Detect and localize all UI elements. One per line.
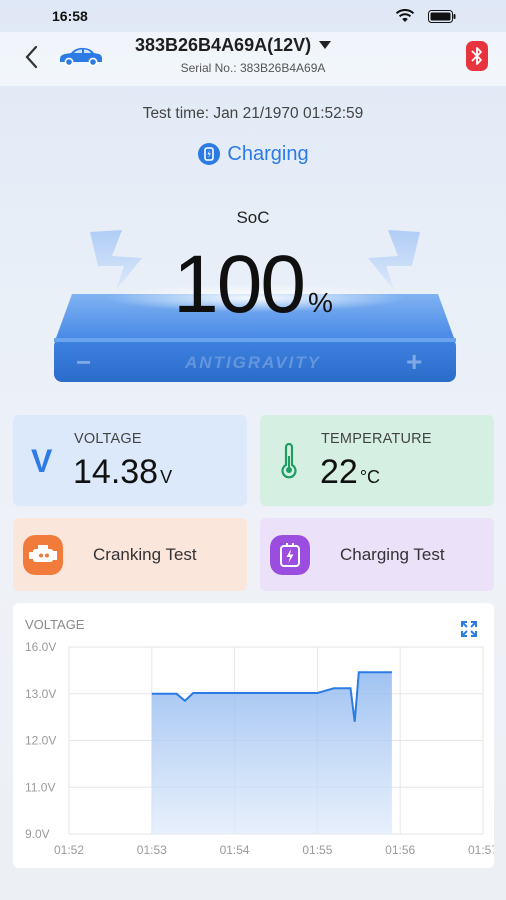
cranking-test-label: Cranking Test <box>93 545 197 564</box>
y-tick-label: 12.0V <box>25 734 56 748</box>
x-tick-label: 01:53 <box>137 843 167 857</box>
charging-test-label: Charging Test <box>340 545 445 564</box>
serial-number: Serial No.: 383B26B4A69A <box>180 61 326 75</box>
charging-status-label: Charging <box>227 142 309 165</box>
temperature-unit: °C <box>359 467 381 487</box>
wifi-icon <box>395 9 415 22</box>
soc-number: 100 <box>173 239 306 330</box>
battery-plus: + <box>406 346 423 377</box>
status-time: 16:58 <box>52 8 88 24</box>
charging-status: Charging <box>0 142 506 166</box>
soc-label: SoC <box>236 208 270 227</box>
soc-unit: % <box>307 287 333 318</box>
charging-test-icon <box>270 535 310 575</box>
battery-status-icon <box>428 10 456 23</box>
bluetooth-icon[interactable] <box>466 41 488 71</box>
x-tick-label: 01:56 <box>385 843 415 857</box>
battery-brand: ANTIGRAVITY <box>185 353 321 372</box>
device-name: 383B26B4A69A(12V) <box>135 34 312 55</box>
voltage-value: 14.38 <box>73 453 159 491</box>
header: 383B26B4A69A(12V) Serial No.: 383B26B4A6… <box>0 32 506 86</box>
y-tick-label: 13.0V <box>25 687 56 701</box>
cranking-test-button[interactable]: Cranking Test <box>13 518 247 591</box>
y-tick-label: 9.0V <box>25 827 50 841</box>
y-tick-label: 11.0V <box>25 780 55 794</box>
voltage-icon: V <box>31 443 53 479</box>
caret-down-icon <box>319 41 332 49</box>
x-tick-label: 01:54 <box>220 843 250 857</box>
device-selector[interactable]: 383B26B4A69A(12V) <box>135 33 332 57</box>
charging-bolt-icon <box>198 143 221 165</box>
voltage-unit: V <box>160 467 173 487</box>
status-bar: 16:58 <box>0 0 506 32</box>
temperature-card: TEMPERATURE 22 °C <box>260 415 494 506</box>
x-tick-label: 01:57 <box>468 843 494 857</box>
temperature-label: TEMPERATURE <box>321 431 432 447</box>
engine-icon <box>23 535 63 575</box>
thermometer-icon <box>281 443 297 479</box>
temperature-value-wrap: 22 °C <box>320 453 380 492</box>
y-tick-label: 16.0V <box>25 640 56 654</box>
x-tick-label: 01:55 <box>302 843 332 857</box>
voltage-chart: 16.0V 13.0V 12.0V 11.0V 9.0V 01:52 01:53 01:54 0… <box>25 640 494 857</box>
charging-test-button[interactable]: Charging Test <box>260 518 494 591</box>
voltage-value-wrap: 14.38 V <box>73 453 172 492</box>
voltage-chart-card: VOLTAGE 16.0V 13.0V 12.0V 11.0V 9.0V 01:52 01:… <box>13 603 494 868</box>
battery-minus: − <box>76 347 92 377</box>
voltage-card: V VOLTAGE 14.38 V <box>13 415 247 506</box>
soc-value: 100% <box>0 238 506 332</box>
temperature-value: 22 <box>320 453 358 491</box>
test-time: Test time: Jan 21/1970 01:52:59 <box>142 105 364 122</box>
voltage-label: VOLTAGE <box>74 431 142 447</box>
x-tick-label: 01:52 <box>54 843 84 857</box>
